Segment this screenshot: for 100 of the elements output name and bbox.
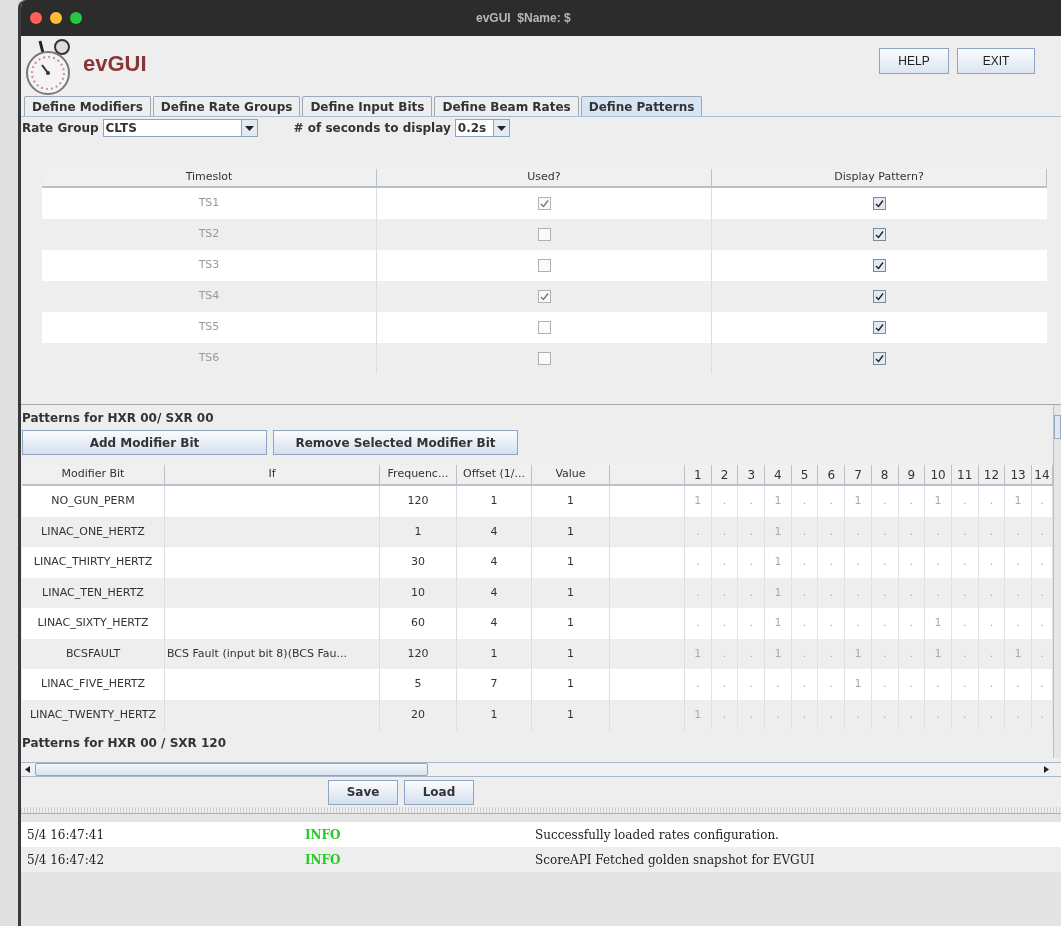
table-cell: . <box>685 669 712 700</box>
log-time: 5/4 16:47:42 <box>26 851 106 869</box>
column-header[interactable]: 10 <box>925 465 952 486</box>
checkmark-icon <box>539 292 549 301</box>
table-cell: 1 <box>685 486 712 517</box>
window-title: evGUI $Name: $ <box>476 10 571 27</box>
log-message: ScoreAPI Fetched golden snapshot for EVGUI <box>535 851 815 869</box>
column-header[interactable]: 1 <box>685 465 712 486</box>
zoom-icon[interactable] <box>70 12 82 24</box>
table-cell: . <box>898 608 926 639</box>
column-header[interactable]: 14 <box>1031 465 1053 486</box>
table-cell: 1 <box>765 608 792 639</box>
table-cell: . <box>791 608 819 639</box>
close-icon[interactable] <box>30 12 42 24</box>
table-cell: TS5 <box>42 312 377 343</box>
table-cell: 60 <box>380 608 457 639</box>
log-time: 5/4 16:47:41 <box>26 826 106 844</box>
table-cell: 7 <box>457 669 532 700</box>
rate-group-dropdown[interactable]: CLTS <box>102 119 258 137</box>
tab[interactable]: Define Beam Rates <box>434 96 579 116</box>
column-header[interactable]: Used? <box>377 169 712 188</box>
column-header[interactable]: 12 <box>978 465 1006 486</box>
table-cell: . <box>978 608 1006 639</box>
table-cell: . <box>791 669 819 700</box>
header-button[interactable]: HELP <box>879 48 949 74</box>
checkbox[interactable] <box>537 228 551 241</box>
column-header[interactable]: 11 <box>951 465 979 486</box>
column-header[interactable]: If <box>165 465 380 486</box>
checkbox[interactable] <box>873 321 886 334</box>
action-button[interactable]: Save <box>328 779 398 805</box>
checkbox[interactable] <box>537 321 551 334</box>
column-header[interactable]: Timeslot <box>42 169 377 188</box>
tab[interactable]: Define Rate Groups <box>152 96 301 116</box>
column-header[interactable]: 2 <box>711 465 739 486</box>
modifier-button[interactable]: Add Modifier Bit <box>22 430 267 455</box>
checkmark-icon <box>875 292 884 301</box>
table-cell: . <box>818 669 846 700</box>
column-header[interactable]: 4 <box>765 465 792 486</box>
table-cell: 1 <box>765 486 792 517</box>
table-cell: LINAC_SIXTY_HERTZ <box>22 608 165 639</box>
column-header[interactable]: 3 <box>738 465 766 486</box>
caret-icon <box>244 125 254 131</box>
table-cell: 1 <box>1005 486 1032 517</box>
table-cell: . <box>765 669 792 700</box>
table-cell: . <box>898 669 926 700</box>
table-cell: 4 <box>457 608 532 639</box>
column-header[interactable]: Offset (1/... <box>457 465 532 486</box>
checkbox[interactable] <box>873 352 886 365</box>
column-header[interactable]: 8 <box>871 465 899 486</box>
table-cell: . <box>1031 547 1053 578</box>
tab[interactable]: Define Modifiers <box>24 96 151 116</box>
checkbox[interactable] <box>873 259 886 272</box>
column-header[interactable]: 6 <box>818 465 846 486</box>
tab[interactable]: Define Patterns <box>580 96 703 116</box>
checkmark-icon <box>539 199 549 208</box>
column-header[interactable]: 5 <box>791 465 819 486</box>
tab[interactable]: Define Input Bits <box>302 96 433 116</box>
vertical-scrollbar[interactable] <box>1053 405 1061 758</box>
checkbox[interactable] <box>537 290 551 303</box>
header-button[interactable]: EXIT <box>957 48 1035 74</box>
table-cell: . <box>845 608 872 639</box>
table-cell: . <box>818 608 846 639</box>
table-cell: . <box>1005 608 1032 639</box>
column-header[interactable]: Value <box>532 465 610 486</box>
table-cell: . <box>1031 608 1053 639</box>
column-header[interactable]: 7 <box>845 465 872 486</box>
checkbox[interactable] <box>873 290 886 303</box>
table-cell: 1 <box>532 486 610 517</box>
table-cell: . <box>951 486 979 517</box>
checkbox[interactable] <box>537 352 551 365</box>
seconds-dropdown[interactable]: 0.2s <box>454 119 510 137</box>
modifier-button[interactable]: Remove Selected Modifier Bit <box>273 430 518 455</box>
table-cell: 1 <box>457 486 532 517</box>
column-header[interactable]: Frequenc... <box>380 465 457 486</box>
table-cell: . <box>978 547 1006 578</box>
table-cell: . <box>871 486 899 517</box>
column-header[interactable]: Display Pattern? <box>712 169 1047 188</box>
table-cell: . <box>898 547 926 578</box>
checkbox[interactable] <box>873 228 886 241</box>
table-cell: 30 <box>380 547 457 578</box>
column-header[interactable]: 9 <box>898 465 926 486</box>
table-cell: . <box>1031 486 1053 517</box>
table-cell: . <box>1031 669 1053 700</box>
table-cell: . <box>738 608 766 639</box>
checkbox[interactable] <box>537 259 551 272</box>
horizontal-scrollbar[interactable] <box>21 762 1061 777</box>
table-cell: . <box>951 669 979 700</box>
table-cell: . <box>925 547 952 578</box>
table-cell: . <box>871 547 899 578</box>
checkmark-icon <box>875 354 884 363</box>
minimize-icon[interactable] <box>50 12 62 24</box>
checkbox[interactable] <box>873 197 886 210</box>
checkbox[interactable] <box>537 197 551 210</box>
action-button[interactable]: Load <box>404 779 474 805</box>
column-header[interactable]: 13 <box>1005 465 1032 486</box>
table-cell: . <box>951 608 979 639</box>
table-cell: 1 <box>925 608 952 639</box>
column-header[interactable]: Modifier Bit <box>22 465 165 486</box>
checkmark-icon <box>875 261 884 270</box>
table-cell: . <box>1005 547 1032 578</box>
